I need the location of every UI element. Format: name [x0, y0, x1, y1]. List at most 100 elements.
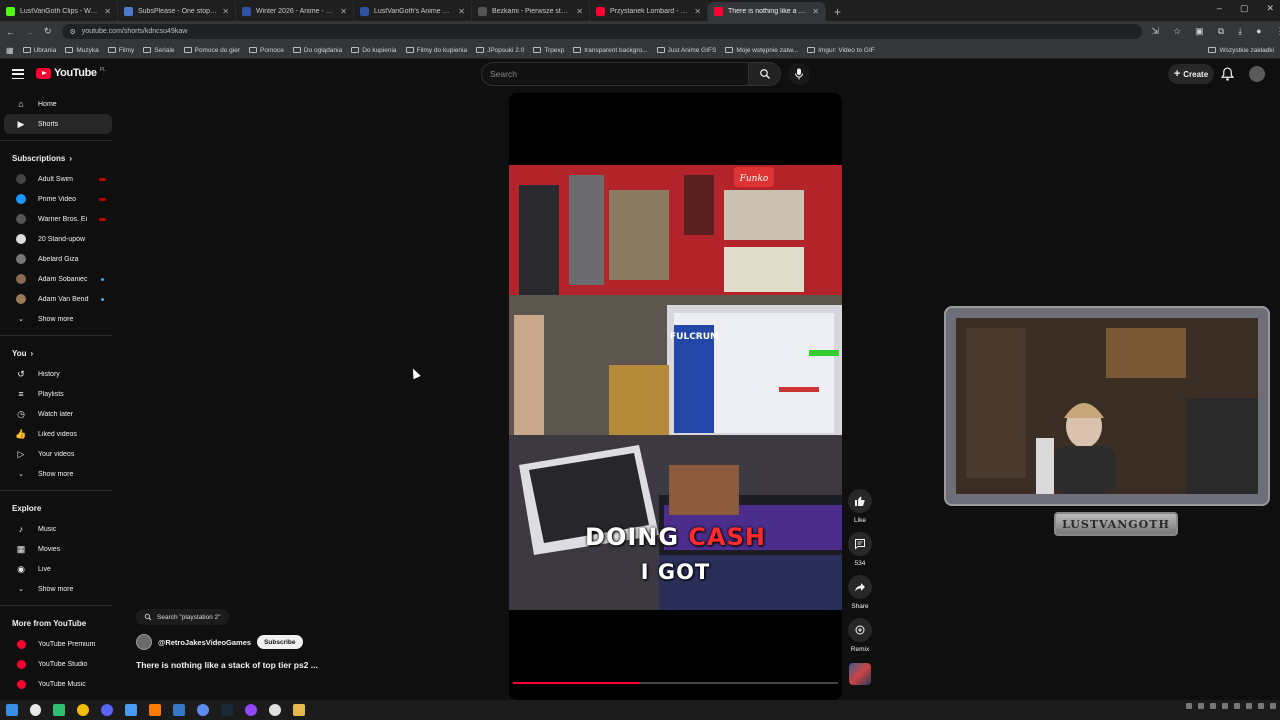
browser-tab[interactable]: LustVanGoth's Anime List - My ✕ [354, 2, 472, 21]
sidebar-item-youtube-premium[interactable]: YouTube Premium [4, 634, 112, 654]
tray-icon[interactable] [1198, 703, 1204, 709]
sidebar-item-history[interactable]: ↺ History [4, 364, 112, 384]
related-search-chip[interactable]: Search "playstation 2" [136, 609, 229, 625]
browser-tab[interactable]: Przystanek Lombard - Odc. 92 ✕ [590, 2, 708, 21]
subscriptions-heading[interactable]: Subscriptions › [0, 147, 118, 169]
you-heading[interactable]: You › [0, 342, 118, 364]
forward-icon[interactable]: → [25, 27, 34, 37]
comments-button[interactable]: 534 [848, 532, 872, 567]
sidebar-item-playlists[interactable]: ≡ Playlists [4, 384, 112, 404]
site-info-icon[interactable]: ⚙ [70, 28, 76, 36]
account-avatar[interactable] [1249, 66, 1265, 82]
download-icon[interactable]: ⤓ [1238, 26, 1242, 37]
tab-close-icon[interactable]: ✕ [576, 7, 583, 16]
sidebar-item-abelard-giza[interactable]: Abelard Giza [4, 249, 112, 269]
tab-close-icon[interactable]: ✕ [222, 7, 229, 16]
sidebar-item-movies[interactable]: ▦ Movies [4, 539, 112, 559]
browser-tab[interactable]: Winter 2026 - Anime - MyAnim ✕ [236, 2, 354, 21]
tray-icon[interactable] [1186, 703, 1192, 709]
app-icon[interactable] [53, 704, 65, 716]
youtube-logo[interactable]: YouTube PL [36, 67, 106, 79]
sidebar-item-music[interactable]: ♪ Music [4, 519, 112, 539]
tab-close-icon[interactable]: ✕ [104, 7, 111, 16]
create-button[interactable]: + Create [1168, 64, 1214, 84]
bookmark-item[interactable]: Do oglądania [292, 47, 342, 54]
obs-icon[interactable] [269, 704, 281, 716]
bookmark-item[interactable]: transparent backgro... [573, 47, 648, 54]
search-button[interactable] [749, 62, 781, 86]
sidebar-item-prime-video[interactable]: Prime Video [4, 189, 112, 209]
vlc-icon[interactable] [149, 704, 161, 716]
sidebar-item-20-stand-up-w[interactable]: 20 Stand-upów [4, 229, 112, 249]
profile-icon[interactable]: ● [1256, 26, 1261, 37]
sidebar-item-shorts[interactable]: ▶ Shorts [4, 114, 112, 134]
tray-icon[interactable] [1246, 703, 1252, 709]
url-field[interactable]: ⚙ youtube.com/shorts/kdncsu49kaw [61, 24, 1142, 39]
explore-show-more[interactable]: ⌄ Show more [4, 579, 112, 599]
bookmark-item[interactable]: Pomoce [249, 47, 284, 54]
sidebar-item-adam-sobaniec[interactable]: Adam Sobaniec [4, 269, 112, 289]
chrome-icon[interactable] [30, 704, 41, 716]
windows-start-icon[interactable] [6, 704, 18, 716]
short-video-frame[interactable]: Funko FULCRUM DOING CASH I GOT [509, 165, 842, 610]
bookmark-item[interactable]: Ubrania [22, 47, 56, 54]
puzzle-icon[interactable]: ⧉ [1218, 26, 1224, 37]
tray-icon[interactable] [1234, 703, 1240, 709]
sidebar-item-youtube-studio[interactable]: YouTube Studio [4, 654, 112, 674]
bookmark-item[interactable]: Pomoce do gier [183, 47, 240, 54]
steam-icon[interactable] [221, 704, 233, 716]
bookmark-item[interactable]: Do kupienia [351, 47, 397, 54]
browser-tab[interactable]: LustVanGoth Clips - Watch Live ✕ [0, 2, 118, 21]
remix-button[interactable]: Remix [848, 618, 872, 653]
sidebar-item-adult-swim[interactable]: Adult Swim [4, 169, 112, 189]
sidebar-item-home[interactable]: ⌂ Home [4, 94, 112, 114]
reload-icon[interactable]: ↻ [44, 26, 52, 37]
subscriptions-show-more[interactable]: ⌄ Show more [4, 309, 112, 329]
sidebar-item-warner-bros-ent[interactable]: Warner Bros. Ent... [4, 209, 112, 229]
file-explorer-icon[interactable] [293, 704, 305, 716]
sidebar-item-adam-van-bendl[interactable]: Adam Van Bendl... [4, 289, 112, 309]
search-input[interactable]: Search [481, 62, 749, 86]
minimize-icon[interactable]: – [1217, 3, 1222, 14]
tab-close-icon[interactable]: ✕ [812, 7, 819, 16]
voice-search-button[interactable] [788, 63, 810, 85]
back-icon[interactable]: ← [6, 27, 15, 37]
bookmark-item[interactable]: Filmy do kupienia [405, 47, 467, 54]
browser-tab[interactable]: There is nothing like a stack o ✕ [708, 2, 826, 21]
maximize-icon[interactable]: ▢ [1240, 3, 1249, 14]
sidebar-item-watch-later[interactable]: ◷ Watch later [4, 404, 112, 424]
close-window-icon[interactable]: ✕ [1266, 3, 1274, 14]
app-icon[interactable] [77, 704, 89, 716]
short-title[interactable]: There is nothing like a stack of top tie… [136, 660, 476, 670]
tray-icon[interactable] [1270, 703, 1276, 709]
tab-close-icon[interactable]: ✕ [340, 7, 347, 16]
browser-tab[interactable]: SubsPlease - One stop shop fo ✕ [118, 2, 236, 21]
extension-icon[interactable]: ▣ [1195, 26, 1204, 37]
bookmark-item[interactable]: Filmy [107, 47, 134, 54]
app-icon[interactable] [173, 704, 185, 716]
video-progress-bar[interactable] [513, 682, 838, 684]
bookmark-item[interactable]: Seriale [143, 47, 175, 54]
channel-avatar[interactable] [136, 634, 152, 650]
notifications-bell-icon[interactable] [1220, 67, 1235, 86]
sidebar-item-liked-videos[interactable]: 👍 Liked videos [4, 424, 112, 444]
tab-close-icon[interactable]: ✕ [694, 7, 701, 16]
all-bookmarks-folder[interactable]: Wszystkie zakładki [1208, 47, 1274, 54]
new-tab-button[interactable]: + [826, 5, 849, 21]
browser-icon[interactable] [197, 704, 209, 716]
discord-icon[interactable] [101, 704, 113, 716]
bookmark-item[interactable]: JPopsuki 2.0 [476, 47, 524, 54]
sidebar-item-live[interactable]: ◉ Live [4, 559, 112, 579]
tab-close-icon[interactable]: ✕ [458, 7, 465, 16]
bookmark-item[interactable]: Trpexp [533, 47, 564, 54]
sound-thumbnail[interactable] [849, 663, 871, 685]
hamburger-menu-icon[interactable] [12, 69, 24, 79]
apps-icon[interactable]: ▦ [6, 46, 14, 55]
tray-icon[interactable] [1222, 703, 1228, 709]
app-icon[interactable] [125, 704, 137, 716]
bookmark-item[interactable]: Moje wstępnie zatw... [725, 47, 798, 54]
sidebar-item-your-videos[interactable]: ▷ Your videos [4, 444, 112, 464]
tray-icon[interactable] [1258, 703, 1264, 709]
bookmark-item[interactable]: Just Anime GIFS [656, 47, 716, 54]
bookmark-item[interactable]: Muzyka [65, 47, 99, 54]
